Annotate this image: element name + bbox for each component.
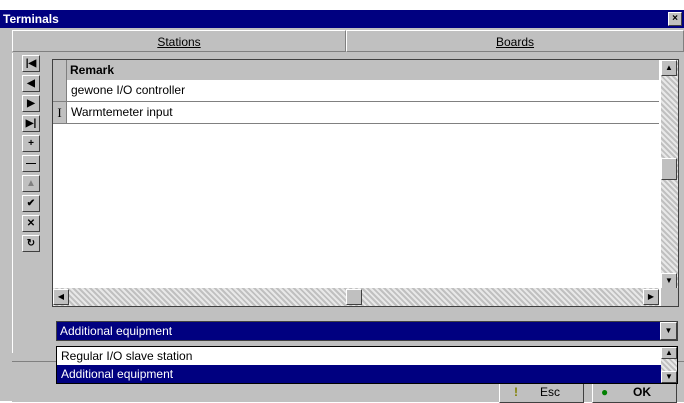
remark-cell[interactable]: gewone I/O controller — [71, 83, 185, 97]
remark-column-header[interactable]: Remark — [70, 63, 114, 77]
close-icon[interactable]: × — [668, 12, 682, 26]
tab-boards[interactable]: Boards — [346, 30, 684, 52]
record-navigator: |◀ ◀ ▶ ▶| + — ▲ ✔ ✕ ↻ — [22, 55, 42, 255]
table-row[interactable]: gewone I/O controller — [53, 80, 659, 102]
row-indicator: I — [53, 102, 67, 123]
scroll-right-icon[interactable]: ▶ — [643, 289, 659, 305]
chevron-down-icon[interactable]: ▼ — [660, 322, 677, 340]
ok-button-label: OK — [633, 385, 651, 399]
scroll-down-icon[interactable]: ▼ — [661, 273, 677, 289]
ok-icon: ● — [601, 385, 609, 399]
next-record-icon[interactable]: ▶ — [22, 95, 40, 112]
row-indicator-header — [53, 60, 67, 80]
scroll-down-icon[interactable]: ▼ — [661, 371, 677, 383]
post-record-icon[interactable]: ✔ — [22, 195, 40, 212]
delete-record-icon[interactable]: — — [22, 155, 40, 172]
last-record-icon[interactable]: ▶| — [22, 115, 40, 132]
table-row[interactable]: I Warmtemeter input — [53, 102, 659, 124]
scroll-up-icon[interactable]: ▲ — [661, 347, 677, 359]
dropdown-option[interactable]: Regular I/O slave station — [57, 347, 661, 365]
tab-stations-label: Stations — [157, 35, 201, 49]
title-bar[interactable]: Terminals × — [0, 10, 684, 28]
vertical-scrollbar[interactable]: ▲ ▼ — [661, 60, 678, 289]
scroll-up-icon[interactable]: ▲ — [661, 60, 677, 76]
remark-cell[interactable]: Warmtemeter input — [71, 105, 173, 119]
station-type-dropdown-list[interactable]: Regular I/O slave station Additional equ… — [56, 346, 678, 384]
dropdown-option-selected[interactable]: Additional equipment — [57, 365, 661, 383]
dropdown-scrollbar[interactable]: ▲ ▼ — [661, 347, 677, 383]
station-type-value[interactable]: Additional equipment — [57, 322, 660, 340]
prior-record-icon[interactable]: ◀ — [22, 75, 40, 92]
scroll-left-icon[interactable]: ◀ — [53, 289, 69, 305]
window-title: Terminals — [3, 12, 59, 26]
edit-record-icon[interactable]: ▲ — [22, 175, 40, 192]
tab-boards-label: Boards — [495, 35, 535, 49]
hscroll-thumb[interactable] — [346, 289, 362, 305]
scroll-thumb[interactable] — [661, 158, 677, 180]
first-record-icon[interactable]: |◀ — [22, 55, 40, 72]
cancel-button-label: Esc — [540, 385, 561, 399]
cancel-button[interactable]: ! Esc — [499, 381, 584, 403]
ok-button[interactable]: ● OK — [592, 381, 677, 403]
insert-record-icon[interactable]: + — [22, 135, 40, 152]
scroll-corner — [661, 288, 678, 306]
grid-header: Remark — [53, 60, 659, 80]
tab-stations[interactable]: Stations — [12, 30, 346, 52]
refresh-record-icon[interactable]: ↻ — [22, 235, 40, 252]
stations-grid[interactable]: Remark gewone I/O controller I Warmtemet… — [52, 59, 679, 307]
row-indicator — [53, 80, 67, 101]
station-type-combo[interactable]: Additional equipment ▼ — [56, 321, 678, 341]
cancel-record-icon[interactable]: ✕ — [22, 215, 40, 232]
cancel-icon: ! — [514, 385, 518, 399]
horizontal-scrollbar[interactable]: ◀ ▶ — [53, 288, 659, 306]
